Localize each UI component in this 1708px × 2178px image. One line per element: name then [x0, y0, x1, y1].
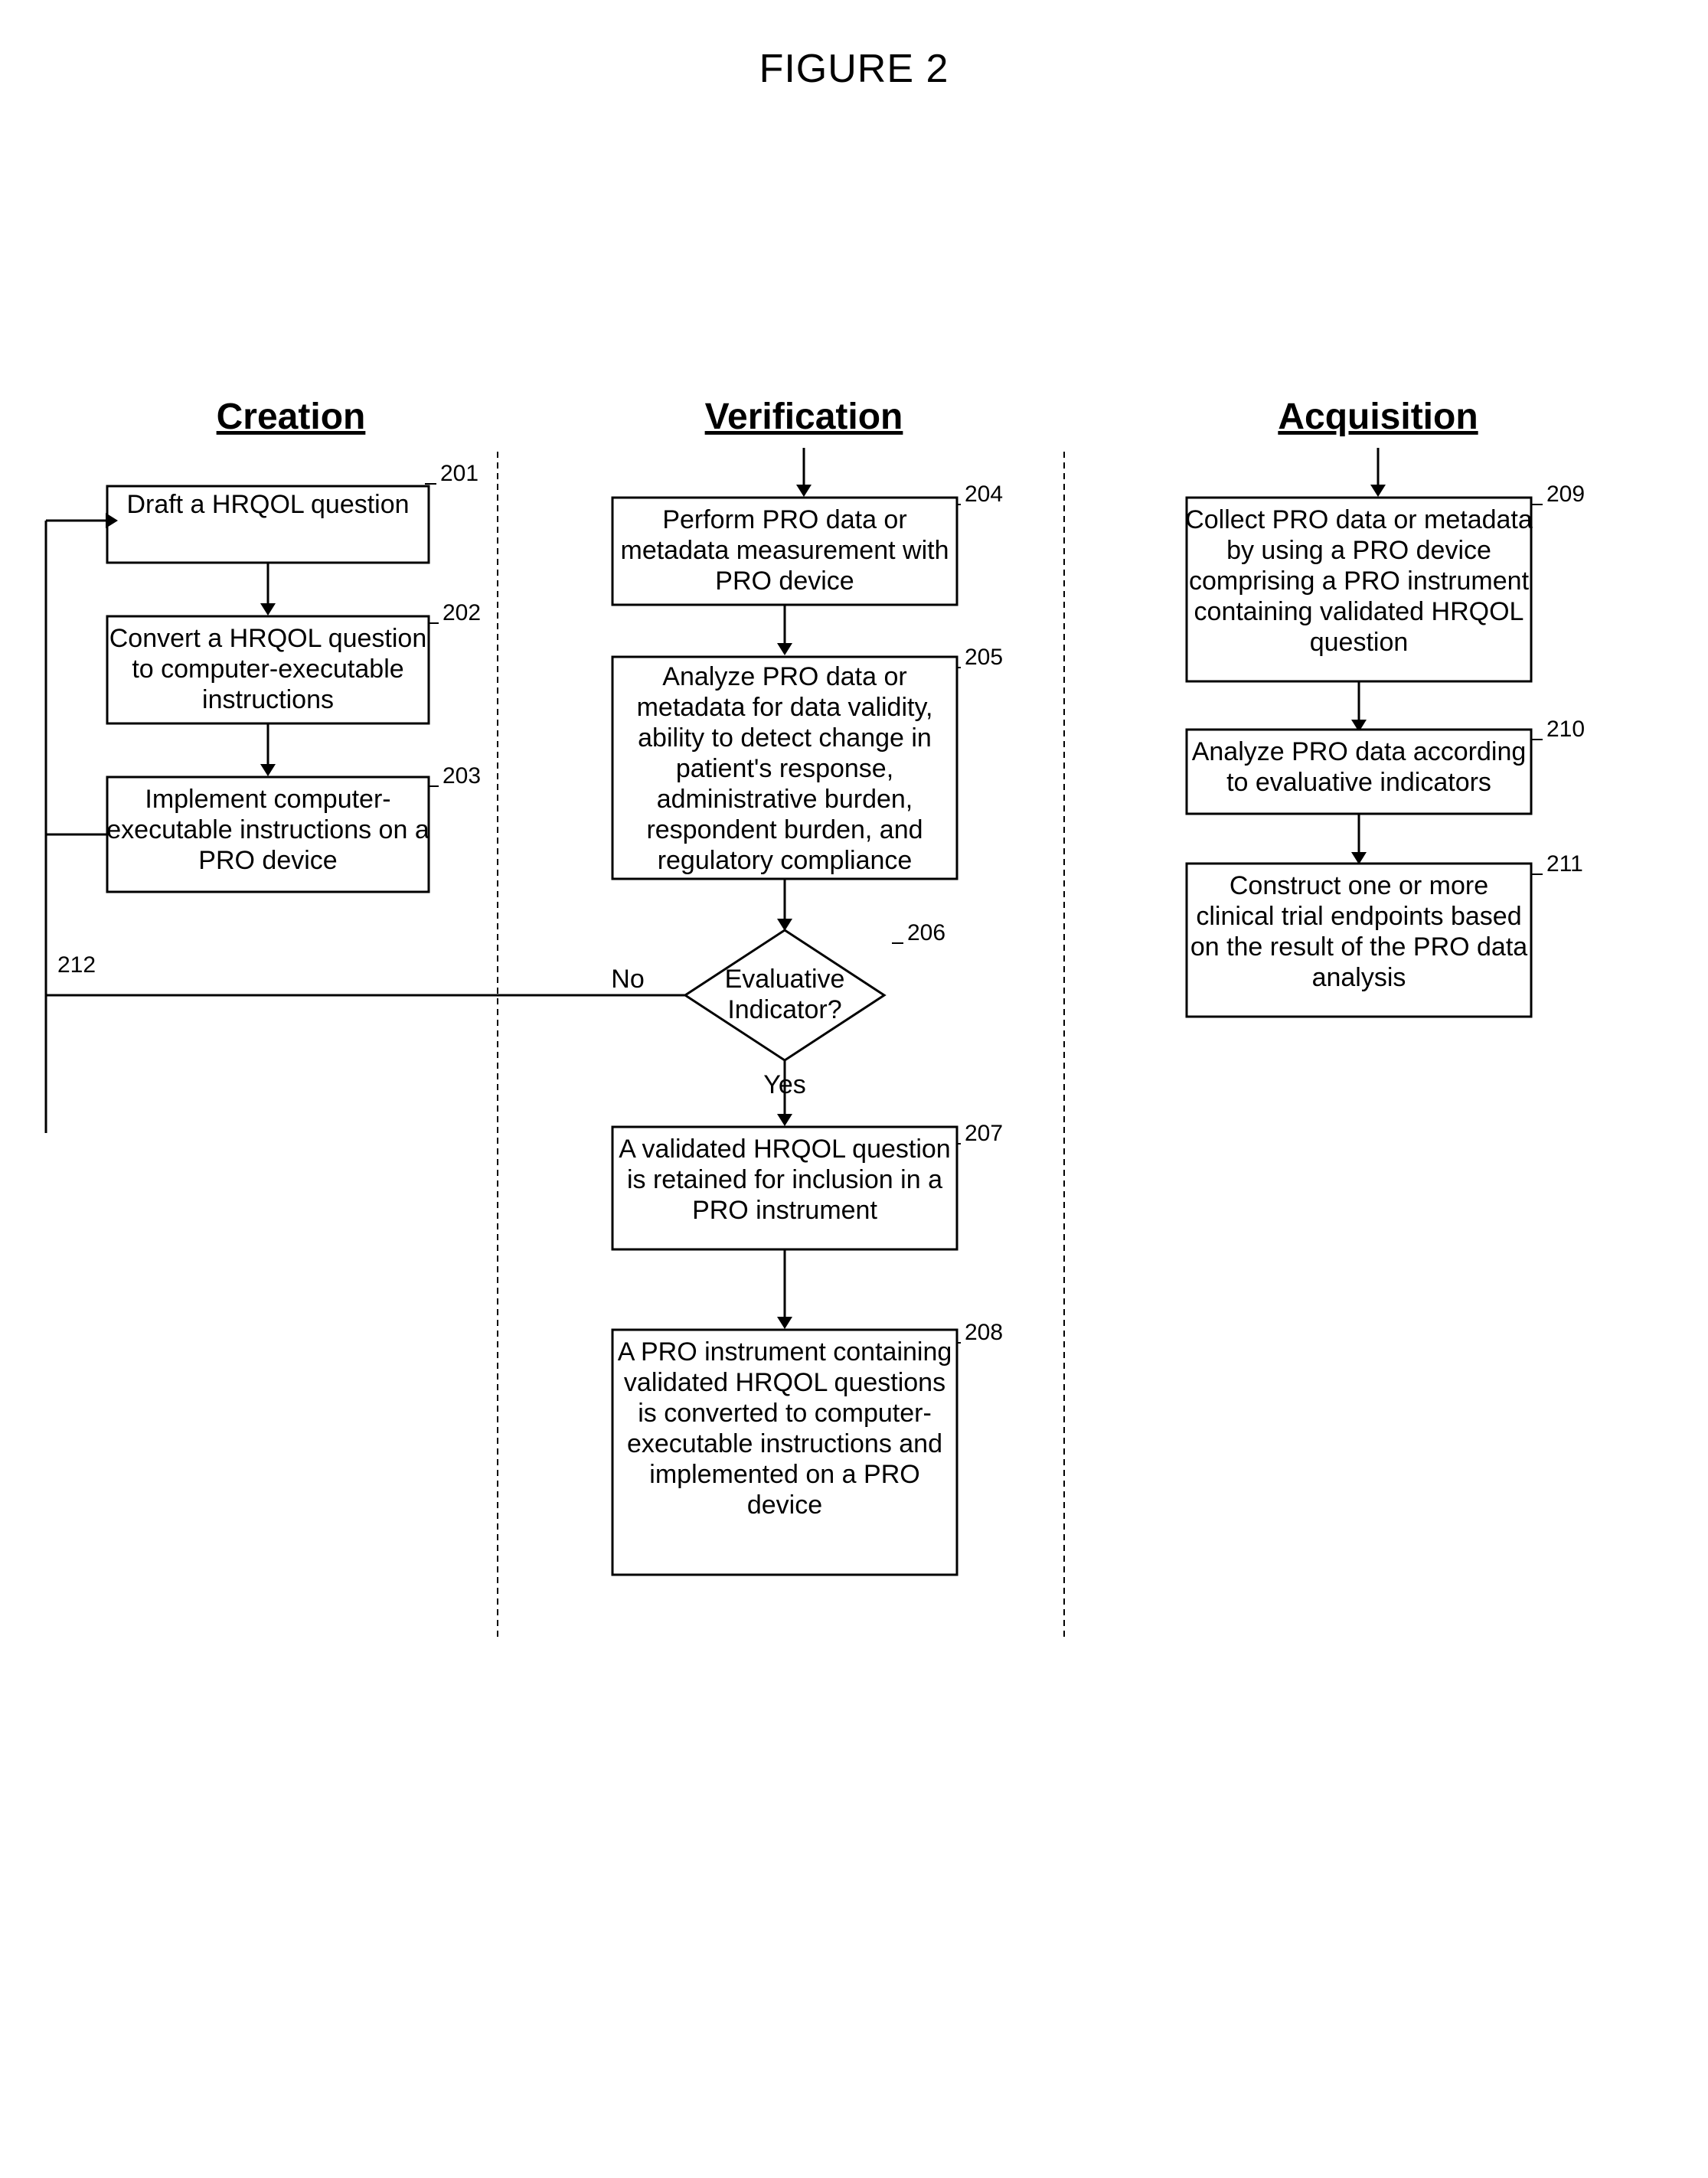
svg-text:PRO device: PRO device — [198, 846, 337, 875]
svg-text:ability to detect change in: ability to detect change in — [638, 723, 932, 753]
svg-text:A validated HRQOL question: A validated HRQOL question — [619, 1135, 950, 1164]
ref-208: 208 — [965, 1320, 1003, 1345]
svg-text:Implement computer-: Implement computer- — [145, 785, 390, 814]
label-no: No — [611, 965, 644, 994]
svg-text:Analyze PRO data according: Analyze PRO data according — [1192, 737, 1527, 766]
col-header-verification: Verification — [705, 397, 903, 437]
ref-212: 212 — [57, 952, 96, 978]
arrowhead-top-204 — [796, 485, 812, 497]
svg-text:A PRO instrument containing: A PRO instrument containing — [618, 1337, 952, 1367]
svg-text:Indicator?: Indicator? — [727, 995, 841, 1024]
ref-206: 206 — [907, 920, 945, 945]
svg-text:by using a PRO device: by using a PRO device — [1226, 536, 1491, 565]
svg-text:to evaluative indicators: to evaluative indicators — [1226, 768, 1491, 797]
ref-202: 202 — [443, 600, 481, 625]
svg-text:metadata measurement with: metadata measurement with — [621, 536, 949, 565]
diagram-container: Creation Verification Acquisition 201 Dr… — [0, 184, 1708, 2178]
arrowhead-yes — [777, 1114, 792, 1126]
ref-205: 205 — [965, 645, 1003, 670]
ref-211: 211 — [1546, 851, 1583, 877]
svg-text:validated HRQOL questions: validated HRQOL questions — [624, 1368, 945, 1397]
ref-207: 207 — [965, 1121, 1003, 1146]
diagram-svg: Creation Verification Acquisition 201 Dr… — [0, 184, 1708, 2174]
svg-text:patient's response,: patient's response, — [676, 754, 893, 783]
arrowhead-201-202 — [260, 603, 276, 616]
svg-text:clinical trial endpoints based: clinical trial endpoints based — [1196, 902, 1521, 931]
svg-text:Draft a HRQOL question: Draft a HRQOL question — [126, 490, 409, 519]
svg-text:question: question — [1310, 628, 1409, 657]
svg-text:comprising a PRO instrument: comprising a PRO instrument — [1189, 567, 1530, 596]
svg-text:executable instructions on a: executable instructions on a — [106, 815, 429, 844]
page-title: FIGURE 2 — [0, 46, 1708, 92]
arrowhead-top-209 — [1370, 485, 1386, 497]
svg-text:Construct one or more: Construct one or more — [1230, 871, 1488, 900]
svg-text:is retained for inclusion in a: is retained for inclusion in a — [627, 1165, 942, 1194]
svg-text:Convert a HRQOL question: Convert a HRQOL question — [109, 624, 427, 653]
ref-209: 209 — [1546, 482, 1585, 507]
svg-text:Evaluative: Evaluative — [725, 965, 845, 994]
svg-text:administrative burden,: administrative burden, — [657, 785, 913, 814]
svg-text:Collect PRO data or metadata: Collect PRO data or metadata — [1185, 505, 1533, 534]
svg-text:is converted to computer-: is converted to computer- — [638, 1399, 932, 1428]
svg-text:regulatory compliance: regulatory compliance — [658, 846, 913, 875]
svg-text:executable instructions and: executable instructions and — [627, 1429, 942, 1458]
col-header-acquisition: Acquisition — [1278, 397, 1478, 437]
svg-text:on the result of the PRO data: on the result of the PRO data — [1190, 932, 1527, 962]
svg-text:implemented on a PRO: implemented on a PRO — [649, 1460, 919, 1489]
col-header-creation: Creation — [217, 397, 366, 437]
svg-text:Perform PRO data or: Perform PRO data or — [662, 505, 906, 534]
arrowhead-204-205 — [777, 643, 792, 655]
ref-203: 203 — [443, 763, 481, 789]
svg-text:metadata for data validity,: metadata for data validity, — [637, 693, 933, 722]
arrowhead-202-203 — [260, 764, 276, 776]
svg-text:Analyze PRO data or: Analyze PRO data or — [662, 662, 906, 691]
svg-text:instructions: instructions — [202, 685, 334, 714]
arrowhead-207-208 — [777, 1317, 792, 1329]
svg-text:to computer-executable: to computer-executable — [132, 655, 403, 684]
svg-text:respondent burden, and: respondent burden, and — [646, 815, 923, 844]
svg-text:PRO device: PRO device — [715, 567, 854, 596]
svg-text:containing validated HRQOL: containing validated HRQOL — [1194, 597, 1524, 626]
svg-text:analysis: analysis — [1312, 963, 1406, 992]
ref-201: 201 — [440, 461, 478, 486]
svg-text:PRO instrument: PRO instrument — [692, 1196, 877, 1225]
svg-text:device: device — [747, 1491, 822, 1520]
ref-204: 204 — [965, 482, 1003, 507]
ref-210: 210 — [1546, 717, 1585, 742]
